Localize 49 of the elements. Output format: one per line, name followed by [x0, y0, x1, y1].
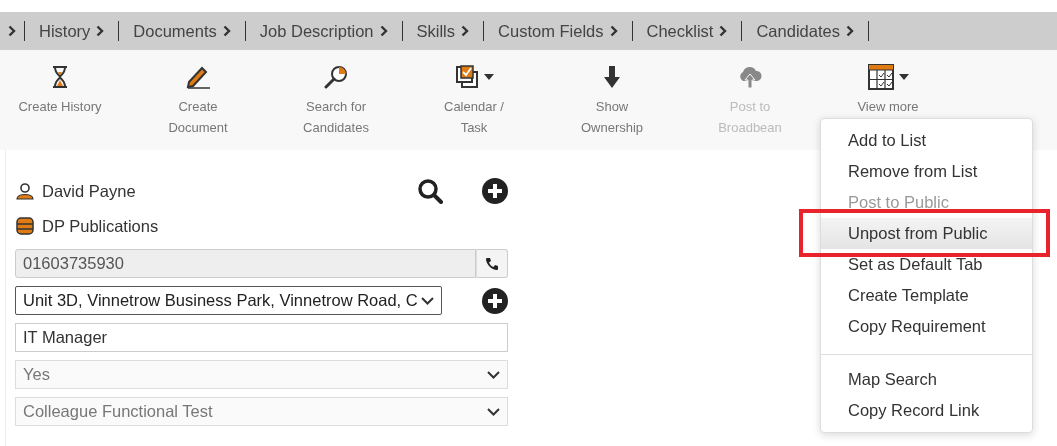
menu-item[interactable]: Map Search	[821, 364, 1032, 395]
chevron-icon	[96, 25, 105, 37]
toolbar-button[interactable]: Calendar / Task	[405, 50, 543, 150]
tab[interactable]: Job Description	[245, 21, 402, 41]
chevron-down-icon	[487, 407, 500, 416]
menu-item[interactable]: Copy Record Link	[821, 395, 1032, 426]
menu-item[interactable]: Set as Default Tab	[821, 249, 1032, 280]
chevron-icon	[719, 25, 728, 37]
company-name[interactable]: DP Publications	[42, 216, 159, 236]
calendar-grid-icon	[867, 64, 894, 90]
toolbar-button[interactable]: Create Document	[129, 50, 267, 150]
arrow-down-icon	[603, 65, 621, 89]
add-icon[interactable]	[482, 287, 508, 314]
menu-item[interactable]: Create Template	[821, 280, 1032, 311]
call-button[interactable]	[476, 249, 508, 278]
menu-item[interactable]: Remove from List	[821, 156, 1032, 187]
building-icon	[15, 216, 35, 236]
phone-icon	[485, 256, 499, 271]
pencil-icon	[185, 65, 211, 89]
tab[interactable]: Checklist	[632, 21, 742, 41]
chevron-down-icon	[487, 370, 500, 379]
tab[interactable]: Custom Fields	[484, 21, 632, 41]
add-icon[interactable]	[482, 178, 508, 204]
job-title-field[interactable]: IT Manager	[15, 323, 508, 352]
contact-name[interactable]: David Payne	[42, 181, 136, 201]
person-icon	[15, 182, 35, 200]
menu-item[interactable]: Unpost from Public	[821, 218, 1032, 249]
chevron-icon	[845, 25, 854, 37]
tab[interactable]: Skills	[402, 21, 484, 41]
search-icon	[324, 65, 348, 89]
chevron-icon	[461, 25, 470, 37]
cloud-upload-icon	[737, 65, 763, 89]
chevron-icon	[8, 25, 16, 37]
chevron-icon	[609, 25, 618, 37]
tab[interactable]: Documents	[119, 21, 245, 41]
select-field[interactable]: Unit 3D, Vinnetrow Business Park, Vinnetrow Road, C	[15, 286, 442, 315]
calendar-check-icon	[454, 65, 479, 89]
hourglass-icon	[52, 66, 68, 88]
chevron-down-icon	[421, 296, 434, 305]
toolbar-button[interactable]: Create History	[0, 50, 129, 150]
toolbar-button[interactable]: Show Ownership	[543, 50, 681, 150]
chevron-icon	[379, 25, 388, 37]
tab[interactable]: History	[25, 21, 119, 41]
chevron-icon	[222, 25, 231, 37]
search-icon[interactable]	[417, 178, 443, 204]
menu-item[interactable]: Add to List	[821, 125, 1032, 156]
tab[interactable]: Candidates	[742, 21, 868, 41]
toolbar-button[interactable]: Search for Candidates	[267, 50, 405, 150]
menu-item[interactable]: Copy Requirement	[821, 311, 1032, 342]
